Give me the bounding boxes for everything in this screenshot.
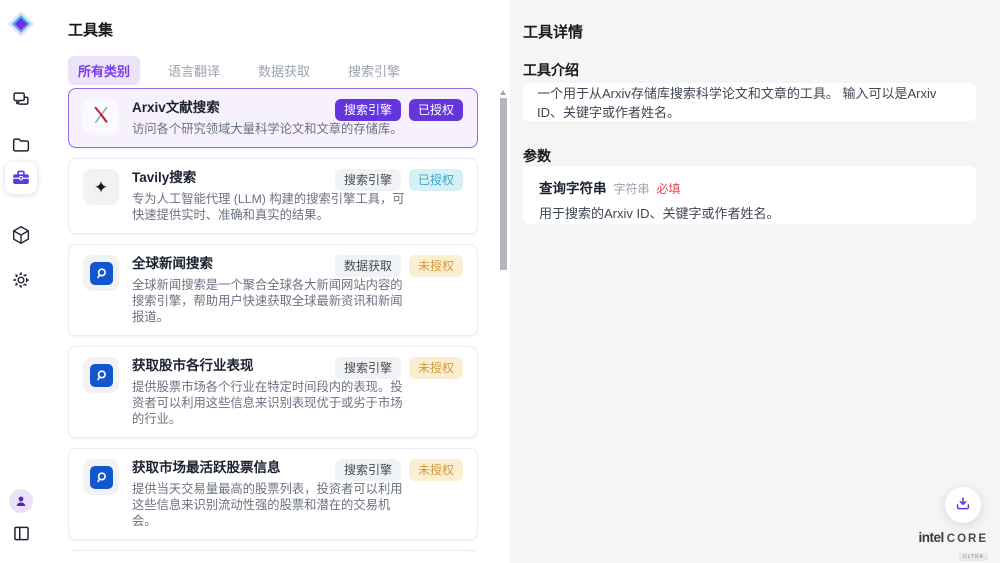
tool-icon: ✦ [83,357,119,393]
nav-folder-icon[interactable] [5,129,37,161]
param-description: 用于搜索的Arxiv ID、关键字或作者姓名。 [539,203,960,222]
tool-description: 提供股票市场各个行业在特定时间段内的表现。投资者可以利用这些信息来识别表现优于或… [132,379,414,427]
page-title: 工具集 [68,19,113,40]
status-badge: 未授权 [409,459,463,481]
tools-panel: 工具集 所有类别语言翻译数据获取搜索引擎 ✦ [42,0,510,563]
tool-name: 全球新闻搜索 [132,255,213,272]
list-scrollbar[interactable] [500,88,507,551]
ultra-badge: ULTRA [959,553,988,561]
global-search-icon [90,466,113,489]
tool-description: 访问各个研究领域大量科学论文和文章的存储库。 [132,121,414,137]
intro-card: 一个用于从Arxiv存储库搜索科学论文和文章的工具。 输入可以是Arxiv ID… [523,83,976,121]
status-badge: 未授权 [409,357,463,379]
global-search-icon [90,262,113,285]
category-badge: 搜索引擎 [335,459,401,481]
category-badge: 搜索引擎 [335,99,401,121]
status-badge: 已授权 [409,169,463,191]
core-brand-text: core [947,534,988,546]
param-required-badge: 必填 [657,180,681,197]
category-tab[interactable]: 语言翻译 [158,56,230,85]
category-badge: 数据获取 [335,255,401,277]
tool-description: 专为人工智能代理 (LLM) 构建的搜索引擎工具，可快速提供实时、准确和真实的结… [132,191,414,223]
param-type: 字符串 [614,180,650,197]
tool-name: Tavily搜索 [132,169,196,186]
tool-icon: ✦ [83,99,119,135]
category-badge: 搜索引擎 [335,169,401,191]
params-heading: 参数 [523,146,551,166]
tool-card[interactable]: ✦ Tavily搜索 搜索引擎 [68,158,478,234]
tool-icon: ✦ [83,255,119,291]
tool-icon: ✦ [83,459,119,495]
panel-toggle-icon[interactable] [5,517,37,549]
intel-core-logo: intel core ULTRA [919,531,989,562]
tool-name: Arxiv文献搜索 [132,99,220,116]
tool-name: 获取市场最活跃股票信息 [132,459,281,476]
nav-gear-icon[interactable] [5,264,37,296]
scrollbar-up-arrow-icon[interactable] [500,90,506,95]
tool-card[interactable]: ✦ 获取股市各行业表现 搜索引擎 [68,346,478,438]
scrollbar-thumb[interactable] [500,98,507,270]
intel-brand-text: intel [919,531,944,545]
tool-description: 提供当天交易量最高的股票列表，投资者可以利用这些信息来识别流动性强的股票和潜在的… [132,481,414,529]
nav-cube-icon[interactable] [5,219,37,251]
intro-heading: 工具介绍 [523,60,579,80]
download-icon [953,494,973,517]
global-search-icon [90,364,113,387]
tool-card[interactable]: ✦ 获取市场最活跃股票信息 搜索引擎 [68,448,478,540]
tool-list: ✦ Arxiv文献搜索 搜索引擎 [68,88,478,552]
details-title: 工具详情 [523,21,583,42]
intro-text: 一个用于从Arxiv存储库搜索科学论文和文章的工具。 输入可以是Arxiv ID… [537,83,962,121]
category-tab[interactable]: 数据获取 [248,56,320,85]
tool-card[interactable]: ✦ 万维地区新闻查询 搜索引擎 [68,550,478,552]
category-badge: 搜索引擎 [335,357,401,379]
download-button[interactable] [945,487,981,523]
status-badge: 已授权 [409,99,463,121]
param-card: 查询字符串 字符串 必填 用于搜索的Arxiv ID、关键字或作者姓名。 [523,166,976,224]
left-rail [0,0,42,563]
nav-chat-icon[interactable] [5,84,37,116]
category-tab[interactable]: 所有类别 [68,56,140,85]
app-logo-diamond-icon [7,10,35,38]
nav-toolbox-icon[interactable] [5,162,37,194]
tool-details-panel: 工具详情 工具介绍 一个用于从Arxiv存储库搜索科学论文和文章的工具。 输入可… [510,0,1000,563]
tool-description: 全球新闻搜索是一个聚合全球各大新闻网站内容的搜索引擎，帮助用户快速获取全球最新资… [132,277,414,325]
tool-name: 获取股市各行业表现 [132,357,254,374]
param-name: 查询字符串 [539,177,607,197]
tool-card[interactable]: ✦ 全球新闻搜索 数据获取 未授 [68,244,478,336]
tool-card[interactable]: ✦ Arxiv文献搜索 搜索引擎 [68,88,478,148]
category-tab[interactable]: 搜索引擎 [338,56,410,85]
sparkle-icon: ✦ [94,179,108,196]
category-tabs: 所有类别语言翻译数据获取搜索引擎 [68,56,410,85]
tool-icon: ✦ [83,169,119,205]
arxiv-icon [89,103,113,132]
status-badge: 未授权 [409,255,463,277]
user-avatar-icon[interactable] [9,489,33,513]
